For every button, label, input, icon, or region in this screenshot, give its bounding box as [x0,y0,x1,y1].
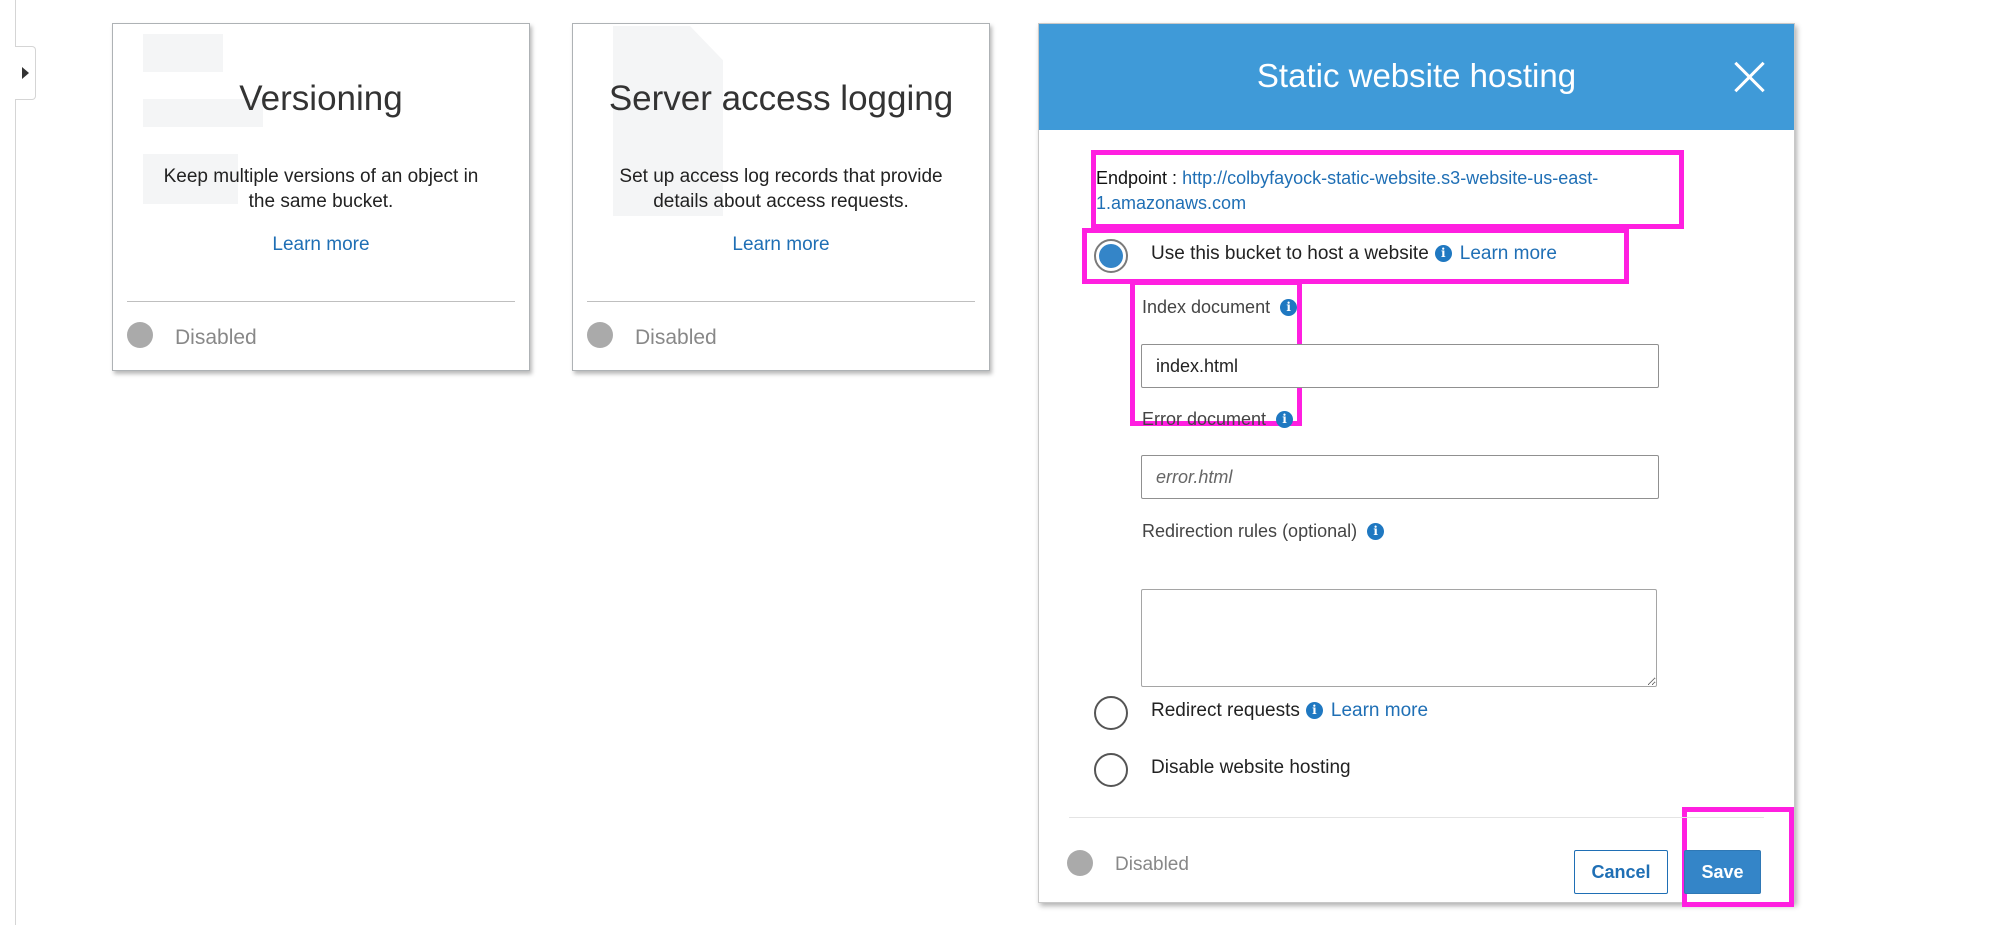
cancel-button[interactable]: Cancel [1574,850,1668,894]
info-icon[interactable]: i [1367,523,1385,540]
info-icon[interactable]: i [1434,245,1452,262]
status-indicator-icon [587,322,613,348]
dialog-status: Disabled [1115,854,1189,875]
disable-hosting-radio[interactable] [1094,753,1128,787]
endpoint-label: Endpoint : [1096,168,1178,188]
learn-more-link[interactable]: Learn more [1331,700,1428,721]
card-title: Versioning [239,79,403,118]
card-divider [127,301,515,302]
index-document-input[interactable] [1141,344,1659,388]
card-status: Disabled [635,326,717,349]
card-divider [587,301,975,302]
save-button[interactable]: Save [1684,850,1761,894]
card-description: Keep multiple versions of an object in t… [163,166,479,212]
dialog-header: Static website hosting [1039,24,1794,130]
endpoint: Endpoint : http://colbyfayock-static-web… [1096,166,1676,216]
close-icon[interactable] [1732,60,1766,94]
dialog-footer-divider [1069,817,1764,818]
expand-panel-toggle[interactable] [15,46,36,100]
field-label-text: Redirection rules (optional) [1142,521,1358,541]
field-label-text: Error document [1142,409,1267,429]
option-label: Disable website hosting [1151,757,1351,778]
redirect-requests-option: Redirect requests i Learn more [1151,700,1428,722]
index-document-label: Index document i [1142,297,1298,318]
learn-more-link[interactable]: Learn more [113,234,529,256]
error-document-label: Error document i [1142,409,1294,430]
error-document-input[interactable] [1141,455,1659,499]
server-access-logging-card[interactable]: Server access logging Set up access log … [572,23,990,371]
host-website-option: Use this bucket to host a website i Learn … [1151,243,1557,265]
info-icon[interactable]: i [1305,702,1323,719]
disable-hosting-option: Disable website hosting [1151,757,1351,779]
card-title: Server access logging [608,79,954,118]
info-icon[interactable]: i [1280,299,1298,316]
left-panel-border [15,0,16,925]
caret-right-icon [21,67,29,79]
status-indicator-icon [1067,850,1093,876]
learn-more-link[interactable]: Learn more [1460,243,1557,264]
redirection-rules-label: Redirection rules (optional) i [1142,521,1385,542]
option-label: Use this bucket to host a website [1151,243,1429,264]
static-website-hosting-dialog: Static website hosting Endpoint : http:/… [1038,23,1795,907]
option-label: Redirect requests [1151,700,1300,721]
field-label-text: Index document [1142,297,1271,317]
card-status: Disabled [175,326,257,349]
info-icon[interactable]: i [1276,411,1294,428]
versioning-card[interactable]: Versioning Keep multiple versions of an … [112,23,530,371]
redirection-rules-textarea[interactable] [1141,589,1657,687]
card-description: Set up access log records that provide d… [619,166,943,212]
redirect-requests-radio[interactable] [1094,696,1128,730]
host-website-radio[interactable] [1094,239,1128,273]
dialog-title: Static website hosting [1256,57,1577,94]
learn-more-link[interactable]: Learn more [573,234,989,256]
status-indicator-icon [127,322,153,348]
background-artwork [143,34,223,72]
